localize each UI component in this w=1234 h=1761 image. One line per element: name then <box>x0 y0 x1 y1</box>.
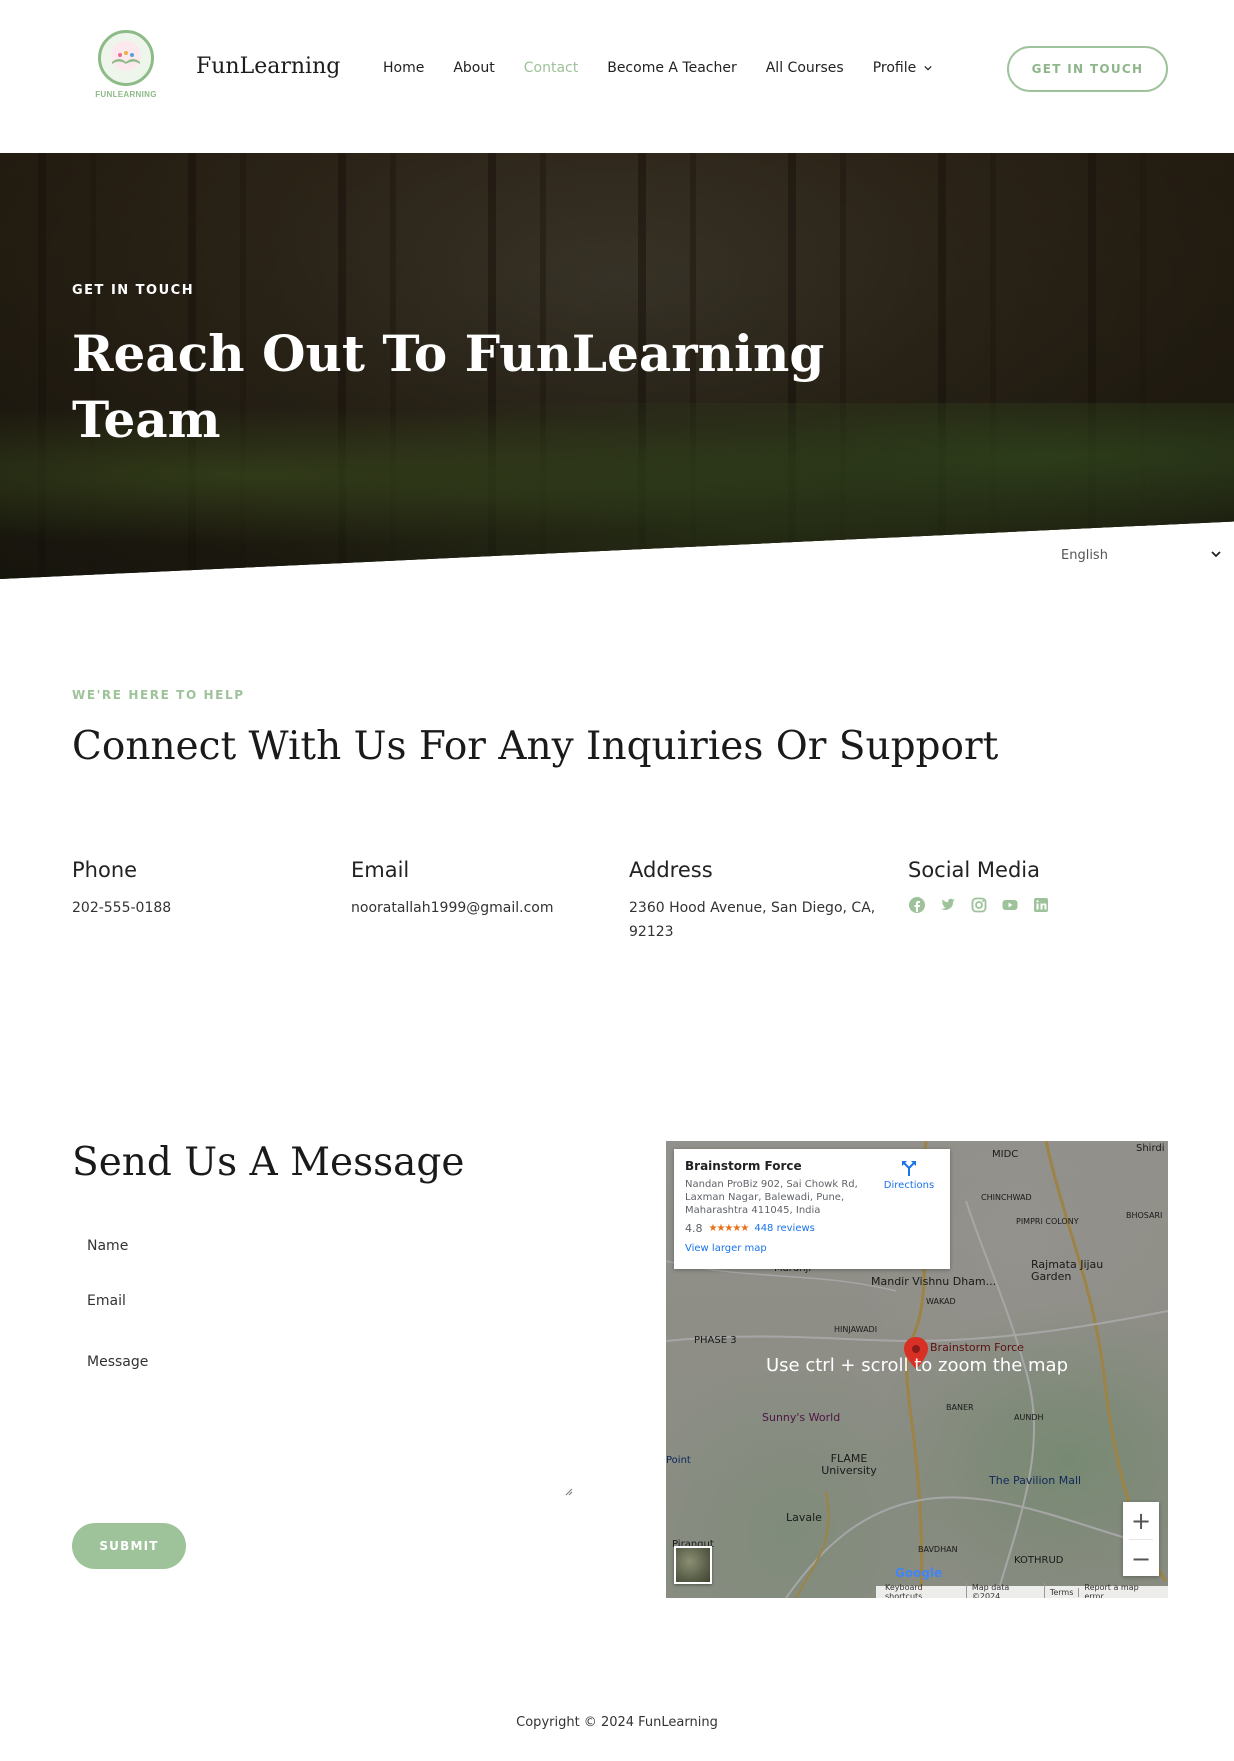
main-nav: Home About Contact Become A Teacher All … <box>383 60 961 76</box>
place-address: Nandan ProBiz 902, Sai Chowk Rd, Laxman … <box>685 1179 858 1216</box>
view-larger-map-link[interactable]: View larger map <box>685 1243 939 1254</box>
brand-name[interactable]: FunLearning <box>196 54 340 79</box>
email-block: Email nooratallah1999@gmail.com <box>351 858 601 920</box>
instagram-icon[interactable] <box>970 896 988 914</box>
google-map[interactable]: MIDC Shirdi CHINCHWAD BHOSARI PIMPRI COL… <box>666 1141 1168 1598</box>
nav-become-teacher[interactable]: Become A Teacher <box>607 60 737 76</box>
nav-contact[interactable]: Contact <box>524 60 578 76</box>
nav-all-courses[interactable]: All Courses <box>766 60 844 76</box>
report-error-link[interactable]: Report a map error <box>1079 1583 1164 1598</box>
star-rating-icon: ★★★★★ <box>708 1223 750 1234</box>
nav-home[interactable]: Home <box>383 60 424 76</box>
resize-handle-icon[interactable] <box>565 1488 573 1496</box>
site-header: FUNLEARNING FunLearning Home About Conta… <box>0 0 1234 153</box>
facebook-icon[interactable] <box>908 896 926 914</box>
keyboard-shortcuts-link[interactable]: Keyboard shortcuts <box>880 1583 967 1598</box>
chevron-down-icon <box>924 65 932 71</box>
address-label: Address <box>629 858 713 882</box>
satellite-toggle[interactable] <box>674 1546 712 1584</box>
map-data-label: Map data ©2024 <box>967 1583 1045 1598</box>
submit-button[interactable]: SUBMIT <box>72 1523 186 1569</box>
address-block: Address 2360 Hood Avenue, San Diego, CA,… <box>629 858 879 944</box>
linkedin-icon[interactable] <box>1032 896 1050 914</box>
chevron-down-icon[interactable] <box>1210 548 1222 560</box>
social-block: Social Media <box>908 858 1158 914</box>
map-attribution: Keyboard shortcuts Map data ©2024 Terms … <box>876 1583 1168 1598</box>
hero-banner: GET IN TOUCH Reach Out To FunLearning Te… <box>0 153 1234 579</box>
phone-block: Phone 202-555-0188 <box>72 858 322 920</box>
email-value[interactable]: nooratallah1999@gmail.com <box>351 896 601 920</box>
email-label: Email <box>351 858 410 882</box>
book-icon <box>112 51 140 64</box>
form-title: Send Us A Message <box>72 1140 465 1185</box>
message-field[interactable] <box>72 1352 574 1498</box>
phone-value[interactable]: 202-555-0188 <box>72 896 322 920</box>
email-field[interactable] <box>72 1289 574 1313</box>
logo-wordmark: FUNLEARNING <box>95 90 157 99</box>
place-rating: 4.8 ★★★★★ 448 reviews <box>685 1222 939 1235</box>
map-zoom-controls: + − <box>1123 1502 1159 1576</box>
language-select[interactable]: English <box>1061 548 1108 562</box>
phone-label: Phone <box>72 858 138 882</box>
nav-profile[interactable]: Profile <box>873 60 933 76</box>
help-title: Connect With Us For Any Inquiries Or Sup… <box>72 724 999 769</box>
google-logo: Google <box>895 1566 943 1580</box>
help-eyebrow: WE'RE HERE TO HELP <box>72 688 245 702</box>
terms-link[interactable]: Terms <box>1045 1587 1080 1597</box>
zoom-out-button[interactable]: − <box>1123 1540 1159 1577</box>
twitter-icon[interactable] <box>939 896 957 914</box>
directions-label: Directions <box>883 1180 935 1191</box>
address-value: 2360 Hood Avenue, San Diego, CA, 92123 <box>629 900 876 940</box>
zoom-in-button[interactable]: + <box>1123 1502 1159 1539</box>
youtube-icon[interactable] <box>1001 896 1019 914</box>
social-label: Social Media <box>908 858 1041 882</box>
nav-about[interactable]: About <box>453 60 494 76</box>
social-icons <box>908 896 1158 914</box>
reviews-link[interactable]: 448 reviews <box>754 1223 815 1234</box>
nav-profile-label: Profile <box>872 60 917 76</box>
copyright: Copyright © 2024 FunLearning <box>516 1715 718 1730</box>
map-place-card: Brainstorm Force Nandan ProBiz 902, Sai … <box>674 1149 950 1269</box>
name-field[interactable] <box>72 1234 574 1258</box>
site-logo[interactable]: FUNLEARNING <box>90 28 162 100</box>
hero-eyebrow: GET IN TOUCH <box>72 283 195 298</box>
get-in-touch-button[interactable]: GET IN TOUCH <box>1007 46 1168 92</box>
directions-icon <box>902 1161 916 1176</box>
hero-title: Reach Out To FunLearning Team <box>72 324 825 449</box>
rating-value: 4.8 <box>685 1222 703 1235</box>
map-zoom-hint: Use ctrl + scroll to zoom the map <box>765 1355 1069 1376</box>
directions-button[interactable]: Directions <box>879 1159 939 1191</box>
